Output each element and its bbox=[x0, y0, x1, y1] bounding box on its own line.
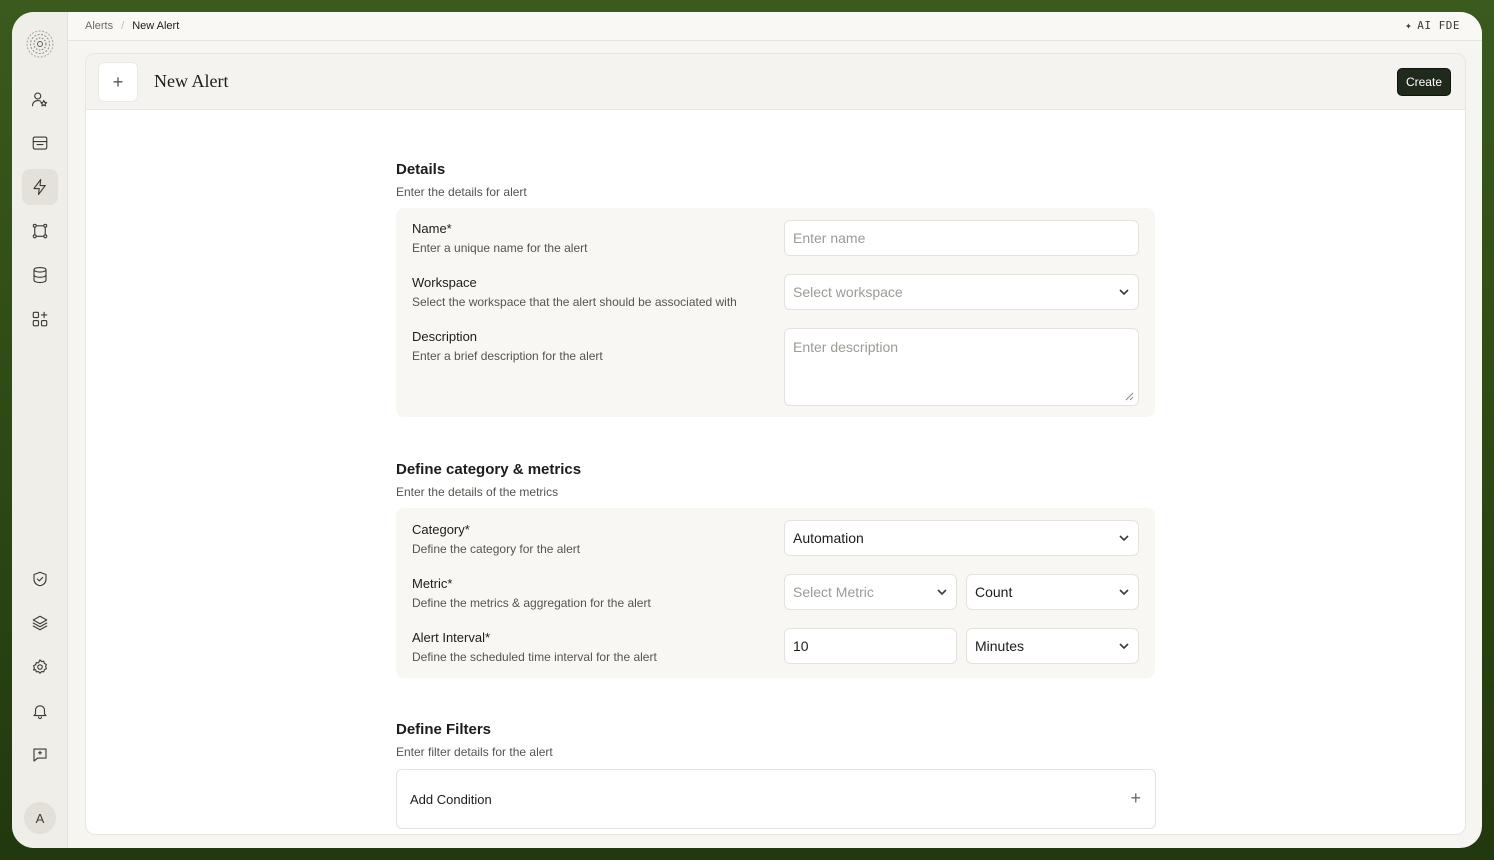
description-label: Description bbox=[412, 329, 478, 344]
nav-feedback[interactable] bbox=[22, 737, 58, 773]
lightning-icon bbox=[33, 178, 46, 196]
metric-label: Metric* bbox=[412, 576, 453, 591]
resize-handle-icon[interactable] bbox=[1125, 392, 1134, 401]
user-star-icon bbox=[31, 92, 48, 107]
interval-input[interactable]: 10 bbox=[784, 628, 957, 664]
name-label: Name* bbox=[412, 221, 452, 236]
topbar: Alerts / New Alert ✦ AI FDE bbox=[68, 12, 1482, 41]
workspace-label: Workspace bbox=[412, 275, 477, 290]
name-help: Enter a unique name for the alert bbox=[412, 241, 588, 255]
logo-icon[interactable] bbox=[24, 28, 56, 60]
page-title: New Alert bbox=[154, 71, 229, 91]
chevron-down-icon bbox=[1119, 589, 1129, 596]
interval-help: Define the scheduled time interval for t… bbox=[412, 650, 657, 664]
ai-fde-button[interactable]: ✦ AI FDE bbox=[1405, 19, 1460, 32]
breadcrumb-current: New Alert bbox=[132, 20, 180, 32]
details-title: Details bbox=[396, 161, 446, 178]
chevron-down-icon bbox=[937, 589, 947, 596]
interval-value: 10 bbox=[793, 638, 809, 654]
name-input[interactable]: Enter name bbox=[784, 220, 1139, 256]
workspace-placeholder: Select workspace bbox=[793, 284, 903, 300]
app-window: A Alerts / New Alert ✦ AI FDE + New Aler… bbox=[12, 12, 1482, 848]
feedback-icon bbox=[33, 748, 47, 762]
metric-placeholder: Select Metric bbox=[793, 584, 874, 600]
sparkle-icon: ✦ bbox=[1405, 19, 1413, 32]
name-placeholder: Enter name bbox=[793, 230, 866, 246]
ai-fde-label: AI FDE bbox=[1417, 19, 1460, 32]
filters-subtitle: Enter filter details for the alert bbox=[396, 745, 553, 759]
nav-apps[interactable] bbox=[22, 301, 58, 337]
nav-layers[interactable] bbox=[22, 605, 58, 641]
metrics-title: Define category & metrics bbox=[396, 461, 582, 478]
nav-inbox[interactable] bbox=[22, 125, 58, 161]
interval-unit-select[interactable]: Minutes bbox=[966, 628, 1139, 664]
nav-settings[interactable] bbox=[22, 649, 58, 685]
workflow-icon bbox=[32, 223, 48, 239]
breadcrumb-separator: / bbox=[121, 20, 125, 32]
database-icon bbox=[33, 266, 47, 284]
nav-security[interactable] bbox=[22, 561, 58, 597]
aggregation-value: Count bbox=[975, 584, 1013, 600]
metric-help: Define the metrics & aggregation for the… bbox=[412, 596, 651, 610]
details-card: Name* Enter a unique name for the alert … bbox=[396, 208, 1155, 417]
nav-notifications[interactable] bbox=[22, 693, 58, 729]
plus-icon: + bbox=[1130, 788, 1141, 808]
apps-icon bbox=[32, 311, 48, 327]
chevron-down-icon bbox=[1119, 289, 1129, 296]
interval-unit-value: Minutes bbox=[975, 638, 1025, 654]
interval-label: Alert Interval* bbox=[412, 630, 491, 645]
add-condition-label: Add Condition bbox=[410, 792, 492, 807]
description-textarea[interactable]: Enter description bbox=[784, 328, 1139, 406]
metrics-card: Category* Define the category for the al… bbox=[396, 508, 1155, 678]
workspace-select[interactable]: Select workspace bbox=[784, 274, 1139, 310]
bell-icon bbox=[33, 705, 47, 719]
page-header: + New Alert Create bbox=[86, 54, 1465, 110]
sidebar: A bbox=[12, 12, 68, 848]
nav-users[interactable] bbox=[22, 81, 58, 117]
description-placeholder: Enter description bbox=[793, 339, 899, 355]
avatar[interactable]: A bbox=[24, 802, 56, 834]
nav-data[interactable] bbox=[22, 257, 58, 293]
layers-icon bbox=[32, 615, 48, 631]
breadcrumb: Alerts / New Alert bbox=[85, 20, 179, 32]
nav-alerts[interactable] bbox=[22, 169, 58, 205]
plus-icon: + bbox=[98, 62, 138, 102]
inbox-icon bbox=[32, 136, 48, 150]
create-button[interactable]: Create bbox=[1396, 68, 1451, 96]
add-condition-button[interactable]: Add Condition + bbox=[396, 769, 1156, 829]
category-label: Category* bbox=[412, 522, 470, 537]
chevron-down-icon bbox=[1119, 643, 1129, 650]
details-subtitle: Enter the details for alert bbox=[396, 185, 527, 199]
nav-workflows[interactable] bbox=[22, 213, 58, 249]
chevron-down-icon bbox=[1119, 535, 1129, 542]
metric-select[interactable]: Select Metric bbox=[784, 574, 957, 610]
gear-icon bbox=[33, 659, 47, 674]
category-value: Automation bbox=[793, 530, 864, 546]
shield-check-icon bbox=[33, 571, 47, 587]
breadcrumb-alerts[interactable]: Alerts bbox=[85, 20, 113, 32]
aggregation-select[interactable]: Count bbox=[966, 574, 1139, 610]
description-help: Enter a brief description for the alert bbox=[412, 349, 603, 363]
workspace-help: Select the workspace that the alert shou… bbox=[412, 295, 737, 309]
category-select[interactable]: Automation bbox=[784, 520, 1139, 556]
metrics-subtitle: Enter the details of the metrics bbox=[396, 485, 559, 499]
main-panel: + New Alert Create Details Enter the det… bbox=[85, 53, 1466, 835]
category-help: Define the category for the alert bbox=[412, 542, 581, 556]
filters-title: Define Filters bbox=[396, 721, 492, 738]
